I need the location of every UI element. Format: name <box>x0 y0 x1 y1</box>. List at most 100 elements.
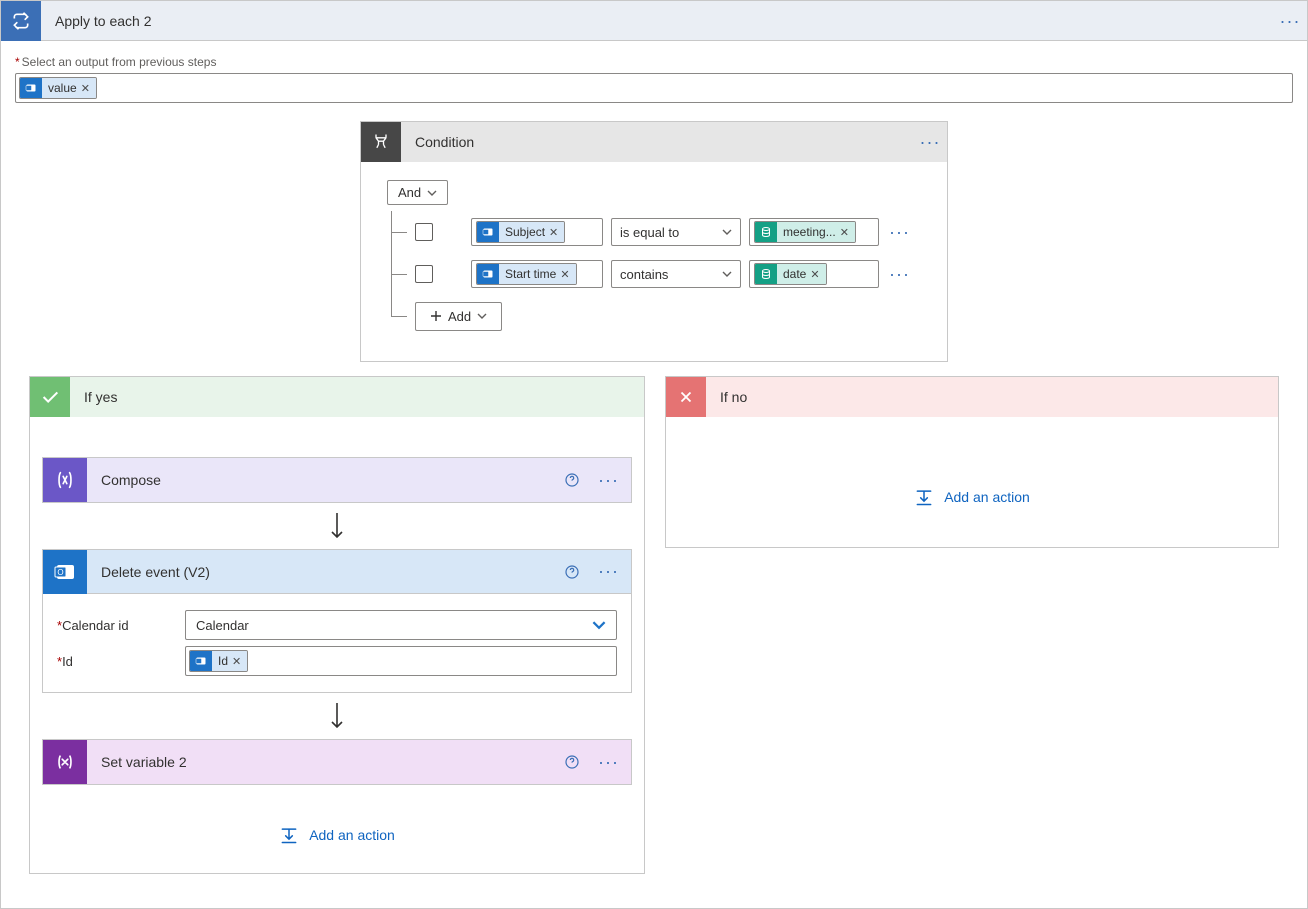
set-variable-title: Set variable 2 <box>87 754 564 770</box>
remove-token-icon[interactable]: ✕ <box>560 268 569 281</box>
token-value[interactable]: value ✕ <box>19 77 97 99</box>
delete-event-title: Delete event (V2) <box>87 564 564 580</box>
if-yes-branch: If yes Compose ··· <box>29 376 645 874</box>
outlook-icon <box>20 78 42 98</box>
calendar-id-dropdown[interactable]: Calendar <box>185 610 617 640</box>
compose-card[interactable]: Compose ··· <box>42 457 632 503</box>
chevron-down-icon <box>592 618 606 632</box>
apply-to-each-header[interactable]: Apply to each 2 ··· <box>1 1 1307 41</box>
condition-header[interactable]: Condition ··· <box>361 122 947 162</box>
chevron-down-icon <box>477 311 487 321</box>
insert-action-icon <box>279 825 299 845</box>
insert-action-icon <box>914 487 934 507</box>
variable-icon <box>755 222 777 242</box>
calendar-id-value: Calendar <box>196 618 249 633</box>
token-label: meeting... <box>783 225 836 239</box>
delete-event-menu[interactable]: ··· <box>586 561 631 582</box>
add-action-label: Add an action <box>944 489 1030 505</box>
token-start-time[interactable]: Start time ✕ <box>476 263 577 285</box>
token-id[interactable]: Id ✕ <box>189 650 248 672</box>
remove-token-icon[interactable]: ✕ <box>232 655 241 668</box>
compose-title: Compose <box>87 472 564 488</box>
outlook-icon <box>190 651 212 671</box>
row-menu[interactable]: ··· <box>889 264 910 285</box>
variable-icon <box>755 264 777 284</box>
token-value-label: value <box>48 81 77 95</box>
row-checkbox[interactable] <box>415 265 433 283</box>
condition-field-box[interactable]: Start time ✕ <box>471 260 603 288</box>
token-date[interactable]: date ✕ <box>754 263 827 285</box>
token-meeting[interactable]: meeting... ✕ <box>754 221 856 243</box>
delete-event-header[interactable]: O Delete event (V2) ··· <box>43 550 631 594</box>
close-icon <box>666 377 706 417</box>
set-variable-card[interactable]: Set variable 2 ··· <box>42 739 632 785</box>
ellipsis-icon: ··· <box>1280 12 1301 30</box>
arrow-down-icon <box>328 701 346 731</box>
output-from-prev-field[interactable]: value ✕ <box>15 73 1293 103</box>
row-checkbox[interactable] <box>415 223 433 241</box>
loop-icon <box>1 1 41 41</box>
token-label: Id <box>218 654 228 668</box>
chevron-down-icon <box>722 227 732 237</box>
add-action-yes-button[interactable]: Add an action <box>279 825 395 845</box>
help-icon[interactable] <box>564 472 580 488</box>
add-action-no-button[interactable]: Add an action <box>914 487 1030 507</box>
condition-row: Subject ✕ is equal to meeting... ✕ <box>387 211 921 253</box>
apply-to-each-title: Apply to each 2 <box>41 13 1273 29</box>
compose-icon <box>43 458 87 502</box>
remove-token-icon[interactable]: ✕ <box>81 82 90 95</box>
output-from-prev-label: *Select an output from previous steps <box>15 55 1293 69</box>
condition-menu[interactable]: ··· <box>913 133 947 151</box>
condition-row: Start time ✕ contains date ✕ <box>387 253 921 295</box>
token-label: Subject <box>505 225 545 239</box>
chevron-down-icon <box>722 269 732 279</box>
calendar-id-label: *Calendar id <box>57 618 185 633</box>
condition-card: Condition ··· And Su <box>360 121 948 362</box>
outlook-icon <box>477 264 499 284</box>
plus-icon <box>430 310 442 322</box>
remove-token-icon[interactable]: ✕ <box>549 226 558 239</box>
remove-token-icon[interactable]: ✕ <box>810 268 819 281</box>
operator-label: contains <box>620 267 668 282</box>
operator-label: is equal to <box>620 225 679 240</box>
if-yes-header: If yes <box>30 377 644 417</box>
help-icon[interactable] <box>564 564 580 580</box>
apply-to-each-menu[interactable]: ··· <box>1273 12 1307 30</box>
token-subject[interactable]: Subject ✕ <box>476 221 565 243</box>
svg-text:O: O <box>57 568 63 577</box>
outlook-icon: O <box>43 550 87 594</box>
remove-token-icon[interactable]: ✕ <box>840 226 849 239</box>
if-no-header: If no <box>666 377 1278 417</box>
compose-menu[interactable]: ··· <box>586 470 631 491</box>
add-condition-button[interactable]: Add <box>415 302 502 331</box>
delete-event-card: O Delete event (V2) ··· *Calendar id <box>42 549 632 693</box>
add-action-label: Add an action <box>309 827 395 843</box>
condition-group-label: And <box>398 185 421 200</box>
if-no-title: If no <box>706 389 747 405</box>
chevron-down-icon <box>427 188 437 198</box>
event-id-field[interactable]: Id ✕ <box>185 646 617 676</box>
row-menu[interactable]: ··· <box>889 222 910 243</box>
operator-dropdown[interactable]: contains <box>611 260 741 288</box>
operator-dropdown[interactable]: is equal to <box>611 218 741 246</box>
help-icon[interactable] <box>564 754 580 770</box>
condition-value-box[interactable]: date ✕ <box>749 260 879 288</box>
ellipsis-icon: ··· <box>920 133 941 151</box>
event-id-label: *Id <box>57 654 185 669</box>
condition-field-box[interactable]: Subject ✕ <box>471 218 603 246</box>
condition-add-row: Add <box>387 295 921 337</box>
if-no-branch: If no Add an action <box>665 376 1279 548</box>
variable-icon <box>43 740 87 784</box>
set-variable-menu[interactable]: ··· <box>586 752 631 773</box>
token-label: date <box>783 267 806 281</box>
outlook-icon <box>477 222 499 242</box>
condition-value-box[interactable]: meeting... ✕ <box>749 218 879 246</box>
add-condition-label: Add <box>448 309 471 324</box>
if-yes-title: If yes <box>70 389 117 405</box>
condition-group-dropdown[interactable]: And <box>387 180 448 205</box>
condition-title: Condition <box>401 134 913 150</box>
check-icon <box>30 377 70 417</box>
condition-icon <box>361 122 401 162</box>
arrow-down-icon <box>328 511 346 541</box>
token-label: Start time <box>505 267 556 281</box>
